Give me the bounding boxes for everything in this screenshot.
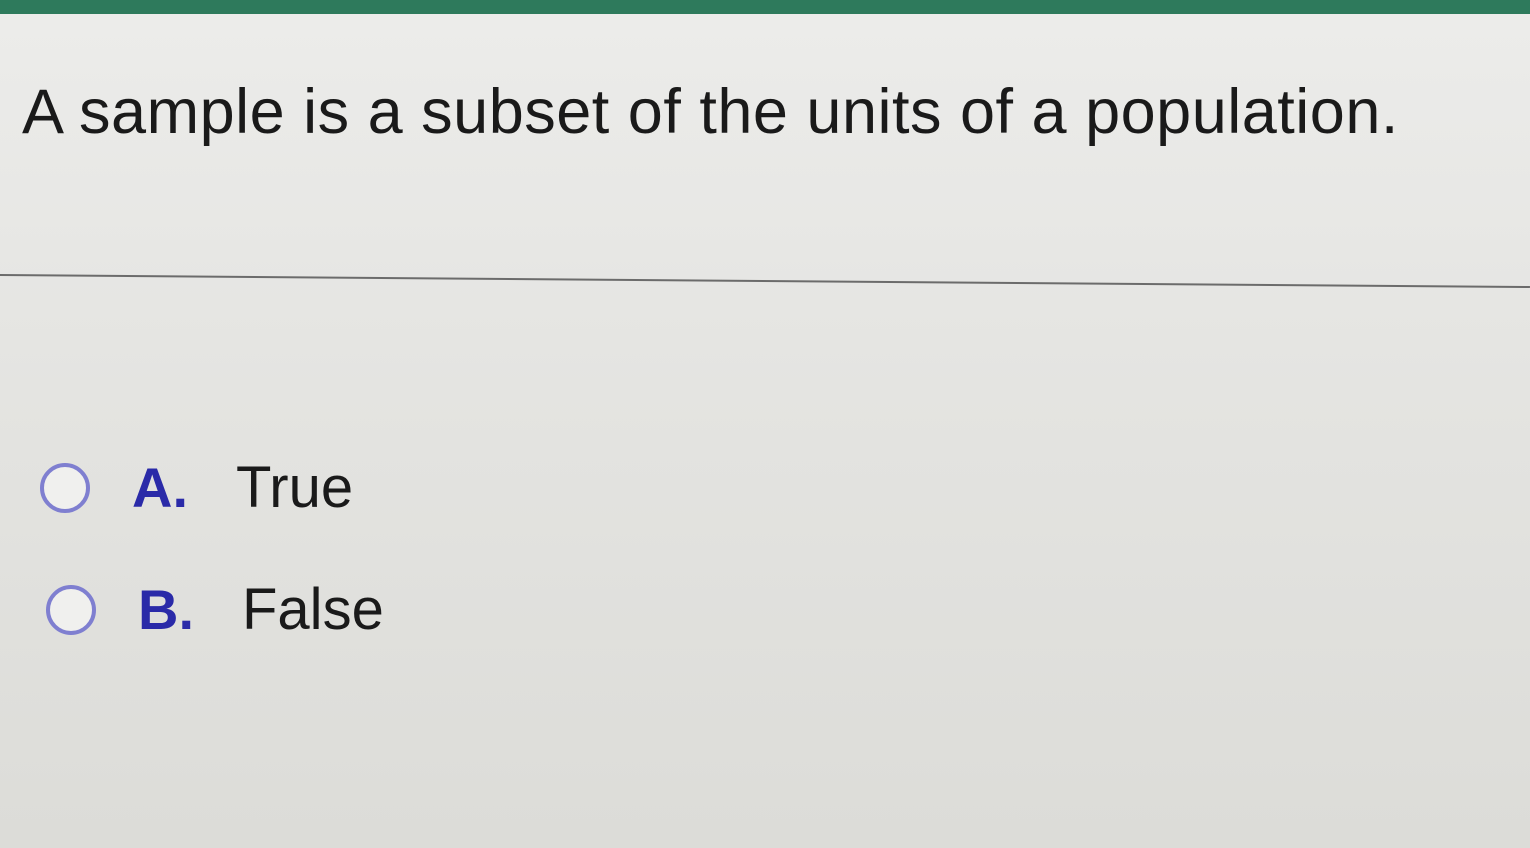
question-text: A sample is a subset of the units of a p… — [22, 77, 1399, 147]
choice-b[interactable]: B. False — [46, 576, 384, 643]
choice-b-radio-button[interactable] — [46, 584, 96, 635]
choice-a[interactable]: A. True — [40, 454, 353, 521]
choice-a-radio-button[interactable] — [40, 462, 90, 513]
choice-a-label: True — [236, 455, 354, 520]
choice-b-label: False — [242, 577, 384, 642]
choice-a-letter: A. — [132, 456, 188, 519]
question-panel: A sample is a subset of the units of a p… — [0, 14, 1530, 848]
choice-b-letter: B. — [138, 578, 194, 641]
top-header-bar — [0, 0, 1530, 14]
divider — [0, 274, 1530, 289]
